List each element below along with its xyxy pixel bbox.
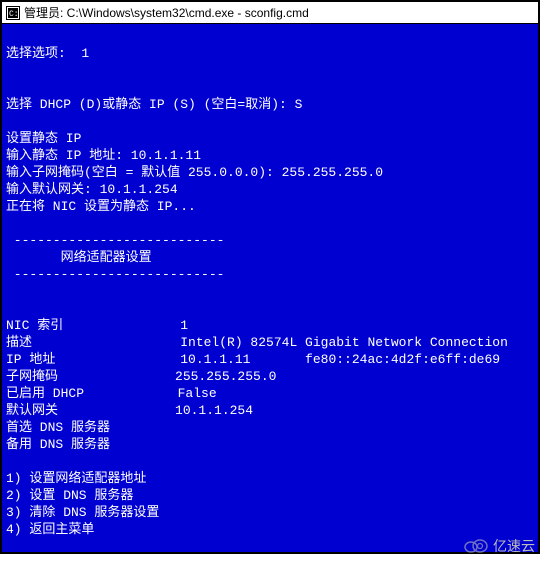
cmd-icon: C: [6, 6, 20, 20]
watermark-text: 亿速云 [493, 536, 535, 556]
line: 选择 DHCP (D)或静态 IP (S) (空白=取消): S [6, 97, 302, 112]
prompt: 选择选项: [6, 556, 66, 571]
menu-option-3: 3) 清除 DNS 服务器设置 [6, 505, 159, 520]
menu-option-4: 4) 返回主菜单 [6, 522, 94, 537]
watermark: 亿速云 [463, 536, 535, 556]
line: 输入子网掩码(空白 = 默认值 255.0.0.0): 255.255.255.… [6, 165, 383, 180]
line: 正在将 NIC 设置为静态 IP... [6, 199, 196, 214]
menu-option-1: 1) 设置网络适配器地址 [6, 471, 146, 486]
line: 输入静态 IP 地址: 10.1.1.11 [6, 148, 201, 163]
svg-text:C:: C: [9, 10, 19, 19]
line: 选择选项: 1 [6, 46, 89, 61]
titlebar-text: 管理员: C:\Windows\system32\cmd.exe - sconf… [24, 4, 309, 21]
primary-dns: 首选 DNS 服务器 [6, 420, 110, 435]
section-header: 网络适配器设置 [6, 250, 152, 265]
line: 设置静态 IP [6, 131, 81, 146]
menu-option-2: 2) 设置 DNS 服务器 [6, 488, 133, 503]
cmd-window: C: 管理员: C:\Windows\system32\cmd.exe - sc… [0, 0, 540, 554]
divider: --------------------------- [6, 233, 224, 248]
line: 输入默认网关: 10.1.1.254 [6, 182, 178, 197]
default-gateway: 默认网关 10.1.1.254 [6, 403, 253, 418]
cloud-icon [463, 537, 489, 556]
nic-index: NIC 索引 1 [6, 318, 188, 333]
ip-address: IP 地址 10.1.1.11 fe80::24ac:4d2f:e6ff:de6… [6, 352, 500, 367]
dhcp-enabled: 已启用 DHCP False [6, 386, 217, 401]
nic-description: 描述 Intel(R) 82574L Gigabit Network Conne… [6, 335, 508, 350]
secondary-dns: 备用 DNS 服务器 [6, 437, 110, 452]
divider: --------------------------- [6, 267, 224, 282]
console-output[interactable]: 选择选项: 1 选择 DHCP (D)或静态 IP (S) (空白=取消): S… [2, 24, 538, 552]
subnet-mask: 子网掩码 255.255.255.0 [6, 369, 276, 384]
titlebar[interactable]: C: 管理员: C:\Windows\system32\cmd.exe - sc… [2, 2, 538, 24]
